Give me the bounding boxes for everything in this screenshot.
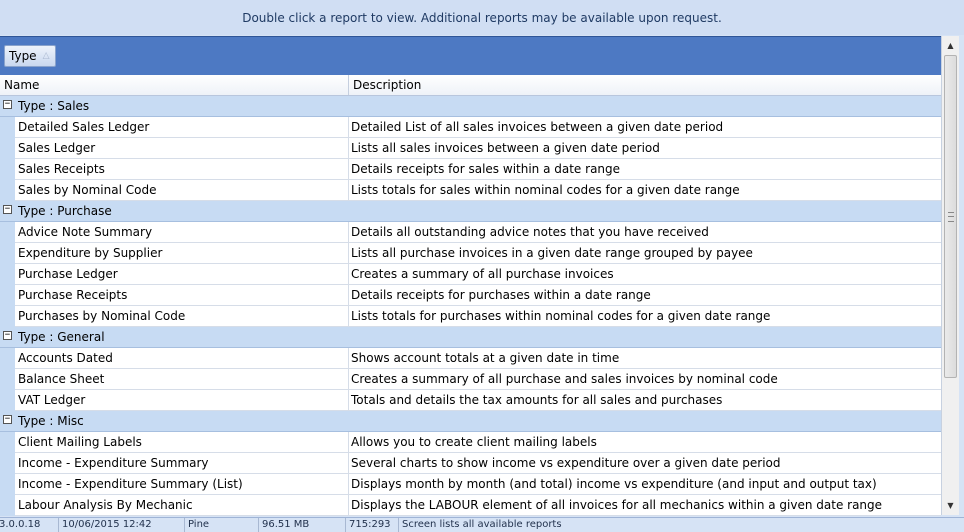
sort-ascending-icon: △ — [42, 51, 50, 61]
report-row[interactable]: Expenditure by Supplier Lists all purchas… — [0, 243, 941, 264]
group-by-panel: Type △ — [0, 36, 941, 76]
instruction-text: Double click a report to view. Additiona… — [242, 10, 722, 25]
report-row[interactable]: Client Mailing Labels Allows you to creat… — [0, 432, 941, 453]
report-grid: − Type : Sales Detailed Sales Ledger Detail… — [0, 96, 941, 516]
report-description-cell[interactable]: Several charts to show income vs expendi… — [349, 453, 939, 473]
report-description-cell[interactable]: Creates a summary of all purchase and sa… — [349, 369, 939, 389]
status-version: 3.0.0.18 — [0, 519, 41, 530]
row-indent — [0, 180, 15, 201]
collapse-icon[interactable]: − — [3, 331, 12, 340]
group-row[interactable]: − Type : Sales — [0, 96, 941, 117]
report-description-cell[interactable]: Details receipts for purchases within a … — [349, 285, 939, 305]
report-name-cell[interactable]: Labour Analysis By Mechanic — [15, 495, 349, 515]
status-user: Pine — [184, 518, 209, 532]
row-indent — [0, 474, 15, 495]
report-row[interactable]: Income - Expenditure Summary (List) Displ… — [0, 474, 941, 495]
report-row[interactable]: Detailed Sales Ledger Detailed List of al… — [0, 117, 941, 138]
report-description-cell[interactable]: Lists all sales invoices between a given… — [349, 138, 939, 158]
report-name-cell[interactable]: Income - Expenditure Summary (List) — [15, 474, 349, 494]
group-label: Type : Purchase — [18, 204, 112, 218]
report-name-cell[interactable]: Detailed Sales Ledger — [15, 117, 349, 137]
report-name-cell[interactable]: VAT Ledger — [15, 390, 349, 410]
row-indent — [0, 432, 15, 453]
report-row[interactable]: Labour Analysis By Mechanic Displays the … — [0, 495, 941, 516]
report-name-cell[interactable]: Sales Ledger — [15, 138, 349, 158]
scroll-up-icon[interactable]: ▲ — [942, 37, 959, 54]
report-name-cell[interactable]: Expenditure by Supplier — [15, 243, 349, 263]
report-row[interactable]: Sales Ledger Lists all sales invoices bet… — [0, 138, 941, 159]
row-indent — [0, 222, 15, 243]
report-description-cell[interactable]: Displays month by month (and total) inco… — [349, 474, 939, 494]
column-header-row: Name Description — [0, 75, 941, 96]
row-indent — [0, 285, 15, 306]
collapse-icon[interactable]: − — [3, 415, 12, 424]
report-row[interactable]: Sales Receipts Details receipts for sales… — [0, 159, 941, 180]
report-name-cell[interactable]: Advice Note Summary — [15, 222, 349, 242]
group-row[interactable]: − Type : General — [0, 327, 941, 348]
scroll-thumb[interactable] — [944, 55, 957, 378]
report-row[interactable]: Accounts Dated Shows account totals at a … — [0, 348, 941, 369]
row-indent — [0, 243, 15, 264]
row-indent — [0, 264, 15, 285]
report-name-cell[interactable]: Sales by Nominal Code — [15, 180, 349, 200]
report-description-cell[interactable]: Details receipts for sales within a date… — [349, 159, 939, 179]
group-label: Type : General — [18, 330, 105, 344]
group-row[interactable]: − Type : Misc — [0, 411, 941, 432]
report-name-cell[interactable]: Purchase Ledger — [15, 264, 349, 284]
scroll-grip-icon — [948, 212, 954, 222]
column-header-description[interactable]: Description — [349, 75, 933, 95]
status-bar: 3.0.0.18 10/06/2015 12:42 Pine 96.51 MB … — [0, 517, 964, 532]
group-row[interactable]: − Type : Purchase — [0, 201, 941, 222]
report-row[interactable]: Purchase Receipts Details receipts for pu… — [0, 285, 941, 306]
report-description-cell[interactable]: Totals and details the tax amounts for a… — [349, 390, 939, 410]
row-indent — [0, 348, 15, 369]
group-chip-label: Type — [9, 49, 37, 63]
report-name-cell[interactable]: Accounts Dated — [15, 348, 349, 368]
report-description-cell[interactable]: Lists all purchase invoices in a given d… — [349, 243, 939, 263]
report-description-cell[interactable]: Shows account totals at a given date in … — [349, 348, 939, 368]
report-row[interactable]: Purchases by Nominal Code Lists totals fo… — [0, 306, 941, 327]
status-memory: 96.51 MB — [258, 518, 309, 532]
report-description-cell[interactable]: Creates a summary of all purchase invoic… — [349, 264, 939, 284]
row-indent — [0, 390, 15, 411]
report-description-cell[interactable]: Detailed List of all sales invoices betw… — [349, 117, 939, 137]
report-row[interactable]: Purchase Ledger Creates a summary of all … — [0, 264, 941, 285]
report-description-cell[interactable]: Allows you to create client mailing labe… — [349, 432, 939, 452]
report-row[interactable]: Balance Sheet Creates a summary of all pu… — [0, 369, 941, 390]
group-label: Type : Misc — [18, 414, 84, 428]
report-name-cell[interactable]: Purchase Receipts — [15, 285, 349, 305]
scroll-down-icon[interactable]: ▼ — [942, 497, 959, 514]
row-indent — [0, 369, 15, 390]
report-description-cell[interactable]: Lists totals for purchases within nomina… — [349, 306, 939, 326]
row-indent — [0, 495, 15, 516]
report-name-cell[interactable]: Purchases by Nominal Code — [15, 306, 349, 326]
status-size: 715:293 — [345, 518, 391, 532]
group-by-type-chip[interactable]: Type △ — [4, 45, 57, 67]
row-indent — [0, 117, 15, 138]
report-description-cell[interactable]: Details all outstanding advice notes tha… — [349, 222, 939, 242]
row-indent — [0, 138, 15, 159]
report-name-cell[interactable]: Client Mailing Labels — [15, 432, 349, 452]
report-name-cell[interactable]: Balance Sheet — [15, 369, 349, 389]
report-row[interactable]: VAT Ledger Totals and details the tax amo… — [0, 390, 941, 411]
status-message: Screen lists all available reports — [398, 518, 562, 532]
row-indent — [0, 159, 15, 180]
row-indent — [0, 453, 15, 474]
collapse-icon[interactable]: − — [3, 205, 12, 214]
row-indent — [0, 306, 15, 327]
group-label: Type : Sales — [18, 99, 90, 113]
report-name-cell[interactable]: Sales Receipts — [15, 159, 349, 179]
status-datetime: 10/06/2015 12:42 — [58, 518, 152, 532]
report-row[interactable]: Income - Expenditure Summary Several char… — [0, 453, 941, 474]
report-description-cell[interactable]: Lists totals for sales within nominal co… — [349, 180, 939, 200]
vertical-scrollbar[interactable]: ▲ ▼ — [941, 36, 959, 515]
report-description-cell[interactable]: Displays the LABOUR element of all invoi… — [349, 495, 939, 515]
report-row[interactable]: Sales by Nominal Code Lists totals for sa… — [0, 180, 941, 201]
collapse-icon[interactable]: − — [3, 100, 12, 109]
column-header-name[interactable]: Name — [0, 75, 349, 95]
report-row[interactable]: Advice Note Summary Details all outstandi… — [0, 222, 941, 243]
instruction-banner: Double click a report to view. Additiona… — [0, 0, 964, 35]
report-name-cell[interactable]: Income - Expenditure Summary — [15, 453, 349, 473]
